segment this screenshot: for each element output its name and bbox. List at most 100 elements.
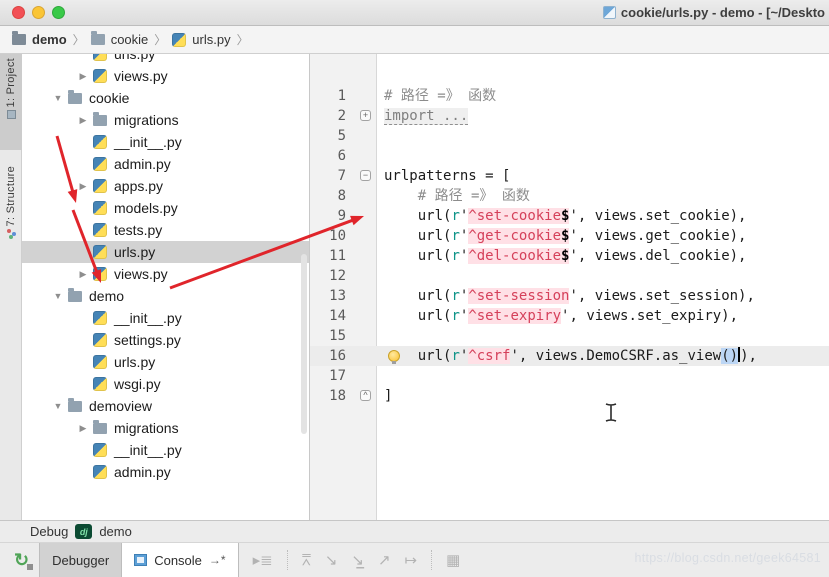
tree-item-demoview[interactable]: ▼ demoview bbox=[22, 395, 309, 417]
python-file-icon bbox=[93, 201, 107, 215]
python-file-icon bbox=[93, 135, 107, 149]
step-out-icon[interactable]: ↗ bbox=[378, 551, 391, 569]
folder-icon bbox=[68, 93, 82, 104]
code-line-16[interactable]: 16 url(r'^csrf', views.DemoCSRF.as_view(… bbox=[310, 346, 829, 366]
tree-item-migrations[interactable]: ▶migrations bbox=[22, 109, 309, 131]
code-line-14[interactable]: 14 url(r'^set-expiry', views.set_expiry)… bbox=[310, 306, 829, 326]
tree-item-label: urls.py bbox=[114, 54, 155, 62]
code-line-18[interactable]: 18^] bbox=[310, 386, 829, 406]
expander-icon[interactable]: ▶ bbox=[77, 71, 89, 82]
line-number: 2 bbox=[310, 106, 346, 126]
tree-item-demo[interactable]: ▼demo bbox=[22, 285, 309, 307]
code-line-6[interactable]: 6 bbox=[310, 146, 829, 166]
tree-item--init-py[interactable]: __init__.py bbox=[22, 439, 309, 461]
close-window-button[interactable] bbox=[12, 6, 25, 19]
breadcrumb-item-urls-py[interactable]: urls.py bbox=[172, 32, 230, 47]
breadcrumb-separator: 〉 bbox=[237, 31, 249, 48]
expander-icon[interactable]: ▶ bbox=[77, 115, 89, 126]
tree-item-label: urls.py bbox=[114, 354, 155, 370]
tree-item-urls-py[interactable]: urls.py bbox=[22, 54, 309, 65]
fold-marker-icon[interactable]: ^ bbox=[360, 390, 371, 401]
python-file-icon bbox=[93, 465, 107, 479]
expander-icon[interactable]: ▶ bbox=[77, 423, 89, 434]
code-line-10[interactable]: 10 url(r'^get-cookie$', views.get_cookie… bbox=[310, 226, 829, 246]
zoom-window-button[interactable] bbox=[52, 6, 65, 19]
folder-icon bbox=[93, 423, 107, 434]
expander-icon[interactable]: ▼ bbox=[52, 401, 64, 411]
expander-icon[interactable]: ▼ bbox=[52, 291, 64, 301]
folder-icon bbox=[68, 291, 82, 302]
fold-marker-icon[interactable]: − bbox=[360, 170, 371, 181]
code-line-17[interactable]: 17 bbox=[310, 366, 829, 386]
code-line-8[interactable]: 8 # 路径 =》 函数 bbox=[310, 186, 829, 206]
fold-marker-icon[interactable]: + bbox=[360, 110, 371, 121]
code-line-7[interactable]: 7−urlpatterns = [ bbox=[310, 166, 829, 186]
line-number: 12 bbox=[310, 266, 346, 286]
code-line-13[interactable]: 13 url(r'^set-session', views.set_sessio… bbox=[310, 286, 829, 306]
rerun-debug-icon[interactable]: ↻ bbox=[14, 550, 29, 571]
tree-item-tests-py[interactable]: tests.py bbox=[22, 219, 309, 241]
tree-item-label: models.py bbox=[114, 200, 178, 216]
django-icon: dj bbox=[75, 524, 92, 539]
breadcrumb-item-demo[interactable]: demo bbox=[12, 32, 67, 47]
code-line-11[interactable]: 11 url(r'^del-cookie$', views.del_cookie… bbox=[310, 246, 829, 266]
console-icon bbox=[134, 554, 147, 566]
code-line-2[interactable]: 2+import ... bbox=[310, 106, 829, 126]
step-over-icon[interactable]: ⩞ bbox=[302, 552, 311, 569]
toolwindow-tab-project[interactable]: 1: Project bbox=[0, 54, 22, 150]
tree-item-views-py[interactable]: ▶views.py bbox=[22, 65, 309, 87]
tree-item-label: views.py bbox=[114, 266, 168, 282]
watermark-url: https://blog.csdn.net/geek64581 bbox=[634, 551, 821, 565]
line-number: 6 bbox=[310, 146, 346, 166]
code-line-12[interactable]: 12 bbox=[310, 266, 829, 286]
tree-item-urls-py[interactable]: urls.py bbox=[22, 241, 309, 263]
code-text: ] bbox=[384, 386, 392, 406]
folder-icon bbox=[91, 34, 105, 45]
expander-icon[interactable]: ▶ bbox=[77, 269, 89, 280]
code-line-1[interactable]: 1# 路径 =》 函数 bbox=[310, 86, 829, 106]
tree-item--init-py[interactable]: __init__.py bbox=[22, 131, 309, 153]
step-into-icon[interactable]: ↘ bbox=[325, 551, 338, 569]
tree-scrollbar[interactable] bbox=[301, 254, 307, 434]
breadcrumb-separator: 〉 bbox=[73, 31, 85, 48]
code-line-5[interactable]: 5 bbox=[310, 126, 829, 146]
code-editor[interactable]: 1# 路径 =》 函数2+import ...567−urlpatterns =… bbox=[310, 54, 829, 520]
folder-icon bbox=[93, 115, 107, 126]
force-step-into-icon[interactable]: ↘̲ bbox=[351, 551, 364, 569]
project-tree-panel: urls.py▶views.py▼cookie▶migrations__init… bbox=[22, 54, 310, 520]
tree-item-label: demoview bbox=[89, 398, 152, 414]
breadcrumb-item-cookie[interactable]: cookie bbox=[91, 32, 149, 47]
tab-console[interactable]: Console →* bbox=[122, 543, 238, 577]
line-number: 17 bbox=[310, 366, 346, 386]
tree-item-admin-py[interactable]: admin.py bbox=[22, 153, 309, 175]
line-number: 14 bbox=[310, 306, 346, 326]
folder-icon bbox=[12, 34, 26, 45]
code-text: url(r'^set-expiry', views.set_expiry), bbox=[384, 306, 738, 326]
show-execution-point-icon[interactable]: ▸≣ bbox=[253, 551, 273, 569]
tree-item-settings-py[interactable]: settings.py bbox=[22, 329, 309, 351]
tree-item-urls-py[interactable]: urls.py bbox=[22, 351, 309, 373]
toolwindow-tab-structure[interactable]: 7: Structure bbox=[0, 162, 22, 272]
python-file-icon bbox=[93, 179, 107, 193]
tree-item-cookie[interactable]: ▼cookie bbox=[22, 87, 309, 109]
tab-debugger[interactable]: Debugger bbox=[39, 543, 122, 577]
tree-item-views-py[interactable]: ▶ views.py bbox=[22, 263, 309, 285]
expander-icon[interactable]: ▼ bbox=[52, 93, 64, 103]
code-line-15[interactable]: 15 bbox=[310, 326, 829, 346]
tree-item-admin-py[interactable]: admin.py bbox=[22, 461, 309, 483]
left-tool-strip: 1: Project 7: Structure bbox=[0, 54, 22, 520]
run-to-cursor-icon[interactable]: ↦ bbox=[405, 551, 418, 569]
tree-item--init-py[interactable]: __init__.py bbox=[22, 307, 309, 329]
view-breakpoints-icon[interactable]: ▦ bbox=[446, 551, 460, 569]
python-file-icon bbox=[93, 443, 107, 457]
debug-panel-header: Debug dj demo bbox=[0, 520, 829, 542]
code-line-9[interactable]: 9 url(r'^set-cookie$', views.set_cookie)… bbox=[310, 206, 829, 226]
minimize-window-button[interactable] bbox=[32, 6, 45, 19]
tree-item-models-py[interactable]: models.py bbox=[22, 197, 309, 219]
line-number: 13 bbox=[310, 286, 346, 306]
tree-item-migrations[interactable]: ▶migrations bbox=[22, 417, 309, 439]
tree-item-wsgi-py[interactable]: wsgi.py bbox=[22, 373, 309, 395]
tree-item-apps-py[interactable]: ▶apps.py bbox=[22, 175, 309, 197]
line-number: 9 bbox=[310, 206, 346, 226]
expander-icon[interactable]: ▶ bbox=[77, 181, 89, 192]
